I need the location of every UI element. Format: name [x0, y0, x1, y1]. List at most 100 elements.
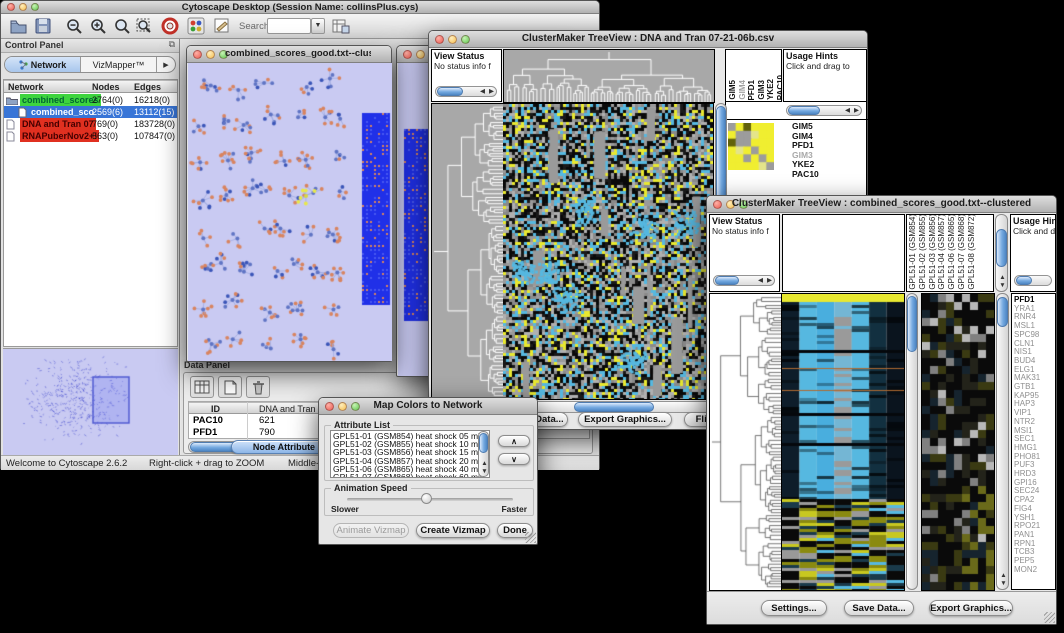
tab-overflow-button[interactable]: ▶	[157, 57, 175, 72]
scrollbar-thumb[interactable]	[1016, 276, 1032, 285]
gene-label-list[interactable]: PFD1YRA1RNR4MSL1SPC98CLN1NIS1BUD4ELG1MAK…	[1011, 293, 1056, 590]
scroll-left-icon[interactable]: ◀	[478, 88, 487, 96]
scroll-right-icon[interactable]: ▶	[487, 88, 496, 96]
col-header-edges[interactable]: Edges	[134, 82, 161, 92]
close-button[interactable]	[713, 200, 722, 209]
data-col-id[interactable]: ID	[211, 404, 220, 414]
attribute-list-vscrollbar[interactable]: ▲ ▼	[478, 431, 489, 477]
scrollbar-thumb[interactable]	[715, 276, 739, 285]
data-row-id: PAC10	[193, 415, 223, 426]
usage-hints-hscrollbar[interactable]: ◀ ▶	[786, 105, 862, 116]
main-title-bar[interactable]: Cytoscape Desktop (Session Name: collins…	[1, 1, 599, 14]
move-down-glyph: ∨	[511, 455, 517, 464]
scroll-up-icon[interactable]: ▲	[999, 572, 1008, 580]
network-window-title-bar[interactable]: combined_scores_good.txt--cluste...	[187, 46, 391, 63]
attribute-list[interactable]: GPL51-01 (GSM854) heat shock 05 minGPL51…	[330, 430, 490, 478]
view-status-hscrollbar[interactable]: ◀ ▶	[713, 275, 775, 286]
scroll-up-icon[interactable]: ▲	[480, 460, 489, 468]
attribute-browser-icon[interactable]	[331, 17, 350, 35]
move-down-button[interactable]: ∨	[498, 453, 530, 465]
scrollbar-thumb[interactable]	[907, 296, 917, 352]
network-view-canvas[interactable]	[188, 63, 392, 361]
minimize-button[interactable]	[206, 50, 215, 59]
open-session-icon[interactable]	[9, 17, 28, 35]
create-vizmap-button[interactable]: Create Vizmap	[416, 523, 490, 538]
network-row-dna-tran[interactable]: DNA and Tran 07 769(0) 183728(0)	[4, 118, 177, 130]
close-button[interactable]	[7, 3, 15, 11]
scroll-left-icon[interactable]: ◀	[756, 277, 765, 285]
animate-vizmap-button[interactable]: Animate Vizmap	[333, 523, 409, 538]
zoom-in-icon[interactable]	[89, 17, 108, 36]
close-button[interactable]	[325, 402, 334, 411]
dialog-title-bar[interactable]: Map Colors to Network	[319, 398, 537, 415]
treeview-dna-title-bar[interactable]: ClusterMaker TreeView : DNA and Tran 07-…	[429, 31, 867, 48]
minimize-button[interactable]	[416, 50, 425, 59]
scrollbar-thumb[interactable]	[437, 87, 463, 96]
close-button[interactable]	[403, 50, 412, 59]
heatmap-vscrollbar[interactable]	[906, 293, 918, 590]
scroll-down-icon[interactable]: ▼	[998, 282, 1007, 290]
zoom-out-icon[interactable]	[65, 17, 84, 36]
heatmap-column-labels[interactable]: GPL51-01 (GSM854)GPL51-02 (GSM855)GPL51-…	[906, 214, 994, 292]
search-input[interactable]	[267, 18, 311, 34]
save-data-button[interactable]: Save Data...	[844, 600, 914, 616]
float-panel-icon[interactable]: ⧉	[169, 39, 175, 50]
new-attribute-icon[interactable]	[218, 376, 242, 398]
scrollbar-thumb[interactable]	[997, 297, 1008, 327]
search-dropdown-arrow[interactable]: ▼	[311, 18, 325, 34]
col-header-nodes[interactable]: Nodes	[92, 82, 120, 92]
gene-list-vscrollbar[interactable]: ▲ ▼	[996, 293, 1009, 590]
export-graphics-button[interactable]: Export Graphics...	[929, 600, 1013, 616]
mini-heatmap-row-labels[interactable]: GIM5GIM4PFD1GIM3YKE2PAC10	[792, 122, 819, 179]
select-attributes-icon[interactable]	[190, 376, 214, 398]
scroll-down-icon[interactable]: ▼	[480, 468, 489, 476]
tab-network[interactable]: Network	[5, 57, 81, 72]
annotation-icon[interactable]	[213, 17, 232, 35]
zoom-selected-icon[interactable]	[113, 17, 132, 36]
treeview-button-bar: Settings... Save Data... Export Graphics…	[707, 591, 1056, 624]
usage-hints-hscrollbar[interactable]	[1014, 275, 1052, 286]
scroll-right-icon[interactable]: ▶	[765, 277, 774, 285]
scroll-down-icon[interactable]: ▼	[999, 580, 1008, 588]
network-row-combined-sco-selected[interactable]: combined_sco 2569(6) 13112(15)	[4, 106, 177, 118]
close-button[interactable]	[435, 35, 444, 44]
network-row-rnapuber[interactable]: RNAPuberNov2+! 563(0) 107847(0)	[4, 130, 177, 142]
scroll-right-icon[interactable]: ▶	[852, 107, 861, 115]
scrollbar-thumb[interactable]	[574, 402, 654, 412]
zoom-fit-icon[interactable]	[135, 17, 154, 36]
scrollbar-thumb[interactable]	[996, 229, 1007, 267]
column-dendrogram[interactable]	[503, 49, 715, 103]
control-panel: Control Panel ⧉ Network VizMapper™ ▶ Net…	[1, 39, 180, 455]
network-view-window: combined_scores_good.txt--cluste...	[186, 45, 392, 362]
save-session-icon[interactable]	[34, 17, 52, 35]
tab-vizmapper[interactable]: VizMapper™	[81, 57, 157, 72]
scrollbar-thumb[interactable]	[788, 106, 820, 115]
scrollbar-thumb[interactable]	[479, 433, 488, 453]
vizmapper-icon[interactable]	[187, 17, 205, 35]
help-lifesaver-icon[interactable]	[161, 17, 180, 36]
export-graphics-button[interactable]: Export Graphics...	[578, 412, 672, 427]
speed-slider-thumb[interactable]	[421, 493, 432, 504]
row-dendrogram[interactable]	[709, 293, 782, 591]
resize-grip[interactable]	[1044, 612, 1055, 623]
scroll-up-icon[interactable]: ▲	[998, 274, 1007, 282]
heatmap-column-labels[interactable]: GIM5GIM4PFD1GIM3YKE2PAC10	[725, 49, 782, 102]
zoomed-heatmap[interactable]	[921, 293, 995, 591]
resize-grip[interactable]	[525, 532, 536, 543]
column-dendrogram-area[interactable]	[782, 214, 905, 292]
col-header-network[interactable]: Network	[8, 82, 44, 92]
mini-heatmap[interactable]	[728, 123, 774, 170]
column-labels-vscrollbar[interactable]: ▲ ▼	[995, 214, 1008, 292]
close-button[interactable]	[193, 50, 202, 59]
view-status-hscrollbar[interactable]: ◀ ▶	[435, 86, 497, 97]
network-overview-thumbnail[interactable]	[3, 348, 178, 455]
heatmap-view[interactable]	[503, 103, 714, 400]
network-row-combined-scores[interactable]: combined_scores 2764(0) 16218(0)	[4, 94, 177, 106]
heatmap-view[interactable]	[782, 293, 905, 591]
row-dendrogram[interactable]	[431, 103, 504, 400]
scroll-left-icon[interactable]: ◀	[843, 107, 852, 115]
move-up-button[interactable]: ∧	[498, 435, 530, 447]
treeview-combined-title-bar[interactable]: ClusterMaker TreeView : combined_scores_…	[707, 196, 1056, 213]
settings-button[interactable]: Settings...	[761, 600, 827, 616]
delete-attribute-trash-icon[interactable]	[246, 376, 270, 398]
